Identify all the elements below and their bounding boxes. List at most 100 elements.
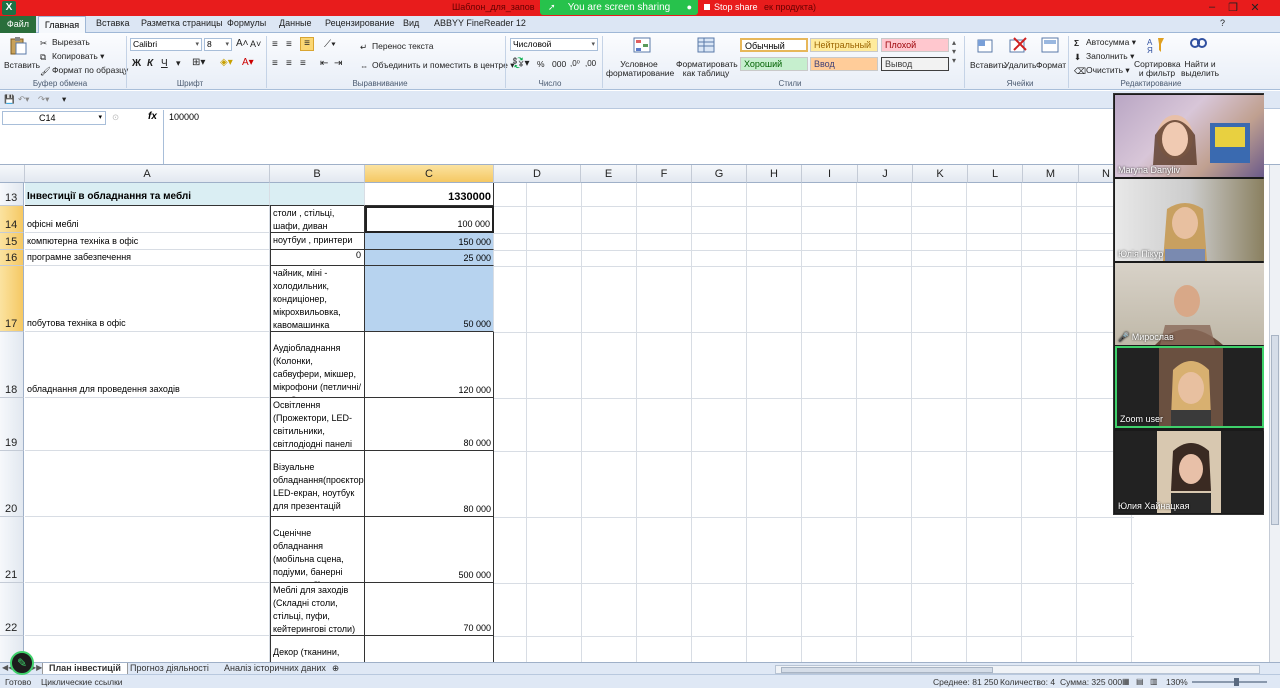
style-bad[interactable]: Плохой — [881, 38, 949, 52]
scroll-thumb[interactable] — [781, 667, 993, 673]
cell-b20[interactable]: Візуальне обладнання(проєктор, LED-екран… — [270, 451, 365, 517]
align-right-icon[interactable]: ≡ — [300, 58, 306, 69]
conditional-format-button[interactable]: Условное форматирование — [606, 60, 674, 78]
wrap-text-button[interactable]: ↵ Перенос текста — [360, 41, 433, 52]
new-sheet-icon[interactable]: ⊕ — [332, 663, 339, 674]
cut-button[interactable]: ✂ Вырезать — [40, 37, 90, 48]
underline-dropdown-icon[interactable]: ▾ — [176, 58, 181, 69]
column-header[interactable]: L — [968, 165, 1023, 183]
column-header[interactable]: M — [1023, 165, 1079, 183]
vertical-scrollbar[interactable] — [1269, 165, 1280, 662]
indent-decrease-icon[interactable]: ⇤ — [320, 58, 328, 69]
cell-a17[interactable]: побутова техніка в офіс — [25, 266, 270, 332]
find-select-button[interactable]: Найти и выделить — [1180, 60, 1220, 78]
cell-a18[interactable]: обладнання для проведення заходів — [25, 332, 270, 398]
merge-center-button[interactable]: ⇔ Объединить и поместить в центре ▾ — [360, 60, 515, 71]
redo-icon[interactable]: ↷▾ — [38, 94, 49, 105]
cell-a14[interactable]: офісні меблі — [25, 206, 270, 233]
style-neutral[interactable]: Нейтральный — [810, 38, 878, 52]
horizontal-scrollbar[interactable] — [775, 665, 1260, 674]
cell-b15[interactable]: ноутбуи , принтери — [270, 233, 365, 250]
column-header[interactable]: G — [692, 165, 747, 183]
cell-b22[interactable]: Меблі для заходів (Складні столи, стільц… — [270, 583, 365, 636]
customize-qat-icon[interactable]: ▾ — [62, 94, 66, 105]
sort-filter-button[interactable]: Сортировка и фильтр — [1134, 60, 1181, 78]
column-header[interactable]: D — [494, 165, 581, 183]
cell-a20[interactable] — [25, 451, 270, 517]
participant-video[interactable]: Юлія Пікур — [1115, 179, 1264, 261]
cell-c14[interactable]: 100 000 — [365, 206, 494, 233]
row-header[interactable]: 22 — [0, 583, 24, 636]
row-header[interactable]: 14 — [0, 206, 24, 233]
font-color-icon[interactable]: A▾ — [242, 57, 254, 68]
restore-icon[interactable]: ❐ — [1225, 1, 1241, 14]
column-header[interactable]: A — [25, 165, 270, 183]
participant-video-active[interactable]: Zoom user — [1115, 346, 1264, 428]
view-normal-icon[interactable]: ▦ — [1122, 677, 1130, 686]
cell-a23[interactable] — [25, 636, 270, 662]
borders-icon[interactable]: ⊞▾ — [192, 57, 205, 68]
shrink-font-icon[interactable]: A˅ — [250, 39, 261, 49]
minimize-icon[interactable]: – — [1204, 1, 1220, 13]
column-header[interactable]: I — [802, 165, 858, 183]
column-header[interactable]: J — [858, 165, 913, 183]
find-icon[interactable] — [1188, 36, 1208, 54]
align-middle-icon[interactable]: ≡ — [286, 39, 292, 50]
cell-b14[interactable]: столи , стільці, шафи, диван — [270, 206, 365, 233]
participant-video[interactable]: Юлия Хайнацкая — [1115, 431, 1264, 513]
cell-c23[interactable] — [365, 636, 494, 662]
style-input[interactable]: Ввод — [810, 57, 878, 71]
style-good[interactable]: Хороший — [740, 57, 808, 71]
row-header[interactable]: 15 — [0, 233, 24, 250]
tab-view[interactable]: Вид — [403, 18, 419, 28]
column-header[interactable]: K — [913, 165, 968, 183]
undo-icon[interactable]: ↶▾ — [18, 94, 29, 105]
tab-file[interactable]: Файл — [0, 16, 36, 33]
cell-a16[interactable]: програмне забезпечення — [25, 250, 270, 266]
participant-video[interactable]: Maryna Danyliv — [1115, 95, 1264, 177]
thousands-button[interactable]: 000 — [552, 59, 566, 69]
format-as-table-button[interactable]: Форматировать как таблицу — [676, 60, 738, 78]
cell-c17[interactable]: 50 000 — [365, 266, 494, 332]
format-painter-button[interactable]: 🖌Формат по образцу — [40, 65, 128, 76]
column-header[interactable]: H — [747, 165, 802, 183]
view-page-break-icon[interactable]: ▥ — [1150, 677, 1158, 686]
zoom-level[interactable]: 130% — [1166, 677, 1188, 687]
column-header[interactable]: B — [270, 165, 365, 183]
indent-increase-icon[interactable]: ⇥ — [334, 58, 342, 69]
scroll-thumb[interactable] — [1271, 335, 1279, 525]
cell-b13[interactable] — [270, 183, 365, 206]
tab-page-layout[interactable]: Разметка страницы — [141, 18, 223, 28]
format-cells-icon[interactable] — [1040, 36, 1060, 54]
cell-b19[interactable]: Освітлення (Прожектори, LED-світильники,… — [270, 398, 365, 451]
annotate-pencil-button[interactable]: ✎ — [10, 651, 34, 675]
cell-c16[interactable]: 25 000 — [365, 250, 494, 266]
clear-button[interactable]: ⌫Очистить ▾ — [1074, 65, 1130, 76]
view-page-layout-icon[interactable]: ▤ — [1136, 677, 1144, 686]
cell-a13[interactable]: Інвестиції в обладнання та меблі — [25, 183, 270, 206]
underline-button[interactable]: Ч — [161, 58, 168, 69]
tab-insert[interactable]: Вставка — [96, 18, 129, 28]
font-name-select[interactable]: Calibri ▾ — [130, 38, 202, 51]
style-normal[interactable]: Обычный — [740, 38, 808, 52]
tab-home[interactable]: Главная — [38, 16, 86, 34]
formula-cancel-icon[interactable]: ⊙ — [112, 112, 119, 123]
cell-b21[interactable]: Сценічне обладнання (мобільна сцена, под… — [270, 517, 365, 583]
cell-b16[interactable]: 0 — [270, 250, 365, 266]
cell-c22[interactable]: 70 000 — [365, 583, 494, 636]
insert-function-button[interactable]: fx — [148, 111, 157, 122]
insert-cells-icon[interactable] — [976, 36, 996, 54]
zoom-slider-knob[interactable] — [1234, 678, 1239, 686]
cell-c20[interactable]: 80 000 — [365, 451, 494, 517]
decrease-decimal-icon[interactable]: ,00 — [585, 59, 596, 68]
conditional-format-icon[interactable] — [632, 36, 652, 54]
tab-review[interactable]: Рецензирование — [325, 18, 395, 28]
align-left-icon[interactable]: ≡ — [272, 58, 278, 69]
row-header[interactable]: 13 — [0, 183, 24, 206]
paste-icon[interactable] — [8, 37, 28, 55]
participant-video[interactable]: 🎤 Мирослав — [1115, 263, 1264, 345]
cell-c21[interactable]: 500 000 — [365, 517, 494, 583]
percent-button[interactable]: % — [537, 59, 545, 69]
grow-font-icon[interactable]: A˄ — [236, 38, 249, 49]
save-icon[interactable]: 💾 — [4, 94, 15, 105]
